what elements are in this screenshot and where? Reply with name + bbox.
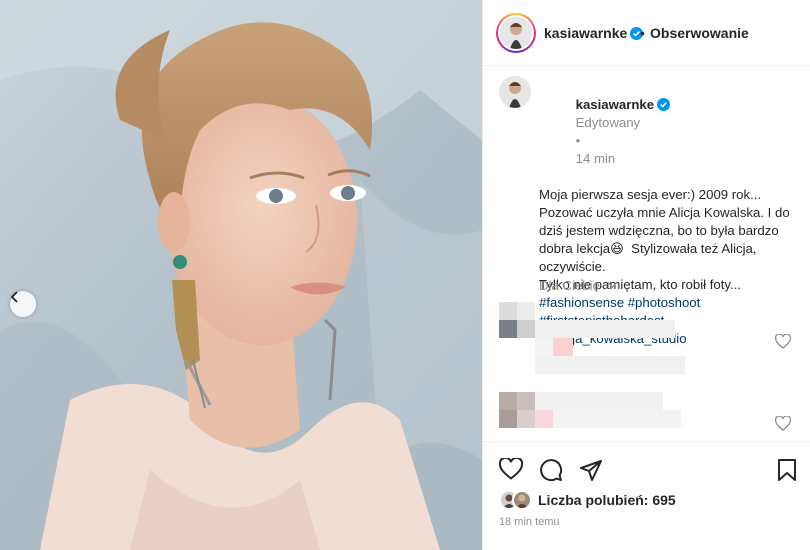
following-button[interactable]: Obserwowanie bbox=[650, 25, 749, 41]
caption-line: dziś jestem wdzięczna, bo to była bardzo bbox=[539, 223, 779, 238]
caption-line: Pozować uczyła mnie Alicja Kowalska. I d… bbox=[539, 205, 790, 220]
chevron-down-icon bbox=[607, 282, 618, 288]
caption-line: Moja pierwsza sesja ever:) 2009 rok... bbox=[539, 187, 762, 202]
author-avatar[interactable] bbox=[496, 13, 536, 53]
send-icon[interactable] bbox=[579, 458, 603, 482]
caption-separator: • bbox=[575, 133, 581, 148]
caption-area: kasiawarnke Edytowany • 14 min Moja pier… bbox=[483, 66, 810, 441]
heart-icon[interactable] bbox=[499, 458, 523, 480]
carousel-prev-button[interactable] bbox=[10, 291, 36, 317]
likes-summary[interactable]: Liczba polubień: 695 bbox=[499, 490, 676, 510]
avatar-image bbox=[499, 76, 531, 108]
caption-username[interactable]: kasiawarnke bbox=[576, 97, 654, 112]
chevron-left-icon bbox=[10, 291, 18, 303]
for-you-label: Dla Ciebie bbox=[539, 278, 600, 293]
caption-avatar[interactable] bbox=[499, 76, 531, 108]
caption-time[interactable]: 14 min bbox=[576, 151, 616, 166]
like-comment-icon[interactable] bbox=[775, 416, 791, 431]
blurred-comment bbox=[499, 392, 799, 441]
instagram-post: kasiawarnke • Obserwowanie kasiawarnke E… bbox=[0, 0, 810, 550]
like-comment-icon[interactable] bbox=[775, 334, 791, 349]
likes-label: Liczba polubień: bbox=[538, 492, 653, 508]
for-you-toggle[interactable]: Dla Ciebie bbox=[539, 278, 618, 293]
post-side-panel: kasiawarnke • Obserwowanie kasiawarnke E… bbox=[482, 0, 810, 550]
caption-line: dobra lekcja😆 Stylizowała też Alicja, bbox=[539, 241, 757, 256]
caption-line: oczywiście. bbox=[539, 259, 606, 274]
liker-avatar bbox=[512, 490, 532, 510]
avatar-image bbox=[500, 17, 532, 49]
author-username-text[interactable]: kasiawarnke bbox=[544, 25, 627, 41]
blurred-comment bbox=[499, 302, 799, 374]
edited-label: Edytowany bbox=[575, 115, 641, 130]
header-separator: • bbox=[640, 25, 645, 41]
post-header: kasiawarnke • Obserwowanie bbox=[483, 0, 810, 66]
bookmark-icon[interactable] bbox=[777, 458, 797, 482]
post-photo[interactable] bbox=[0, 0, 482, 550]
author-username[interactable]: kasiawarnke bbox=[544, 25, 644, 41]
post-timestamp[interactable]: 18 min temu bbox=[499, 516, 560, 528]
post-actions: Liczba polubień: 695 18 min temu bbox=[483, 441, 810, 550]
portrait-photo bbox=[0, 0, 482, 550]
verified-badge-icon bbox=[657, 98, 671, 111]
likes-number: 695 bbox=[652, 492, 676, 508]
likes-count[interactable]: Liczba polubień: 695 bbox=[538, 492, 676, 508]
comment-icon[interactable] bbox=[539, 458, 563, 482]
